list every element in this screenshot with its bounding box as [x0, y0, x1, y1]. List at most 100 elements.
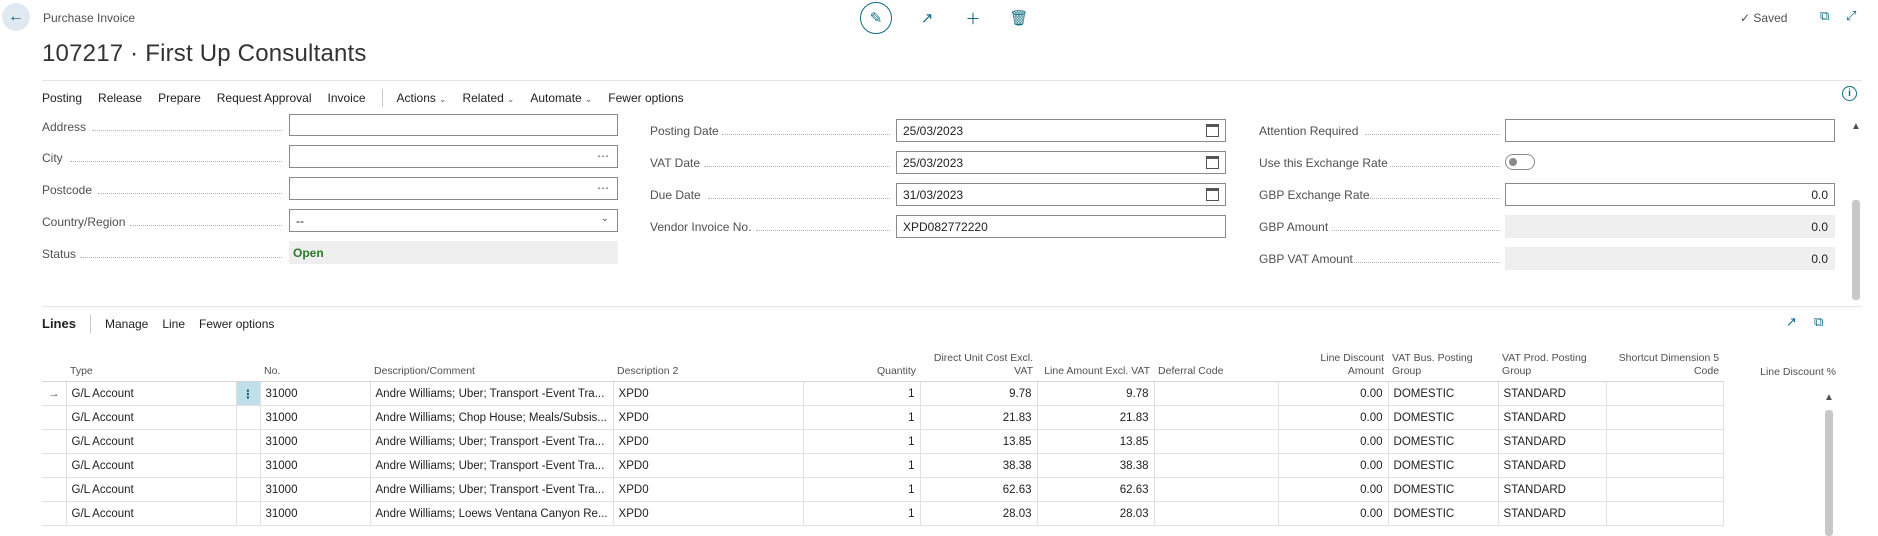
cell-description-2[interactable]: XPD0 — [612, 453, 804, 478]
cell-shortcut-dim[interactable] — [1605, 453, 1724, 478]
calendar-icon[interactable] — [1206, 124, 1219, 137]
table-row[interactable]: G/L Account 31000 Andre Williams; Uber; Tr… — [42, 453, 1724, 478]
col-description[interactable]: Description/Comment — [370, 352, 614, 382]
cell-unit-cost[interactable]: 62.63 — [919, 477, 1038, 502]
vendor-invoice-input[interactable]: XPD082772220 — [896, 215, 1226, 238]
cell-line-amount[interactable]: 38.38 — [1036, 453, 1155, 478]
cell-deferral-code[interactable] — [1153, 501, 1279, 526]
cell-description[interactable]: Andre Williams; Uber; Transport -Event T… — [369, 453, 614, 478]
lines-scroll-up-icon[interactable]: ▲ — [1824, 392, 1834, 403]
postcode-input[interactable]: ⋯ — [289, 177, 618, 200]
cell-deferral-code[interactable] — [1153, 405, 1279, 430]
row-menu[interactable] — [235, 429, 261, 454]
cell-discount-amount[interactable]: 0.00 — [1277, 501, 1389, 526]
cell-shortcut-dim[interactable] — [1605, 429, 1724, 454]
cell-discount-amount[interactable]: 0.00 — [1277, 453, 1389, 478]
attention-input[interactable] — [1505, 119, 1835, 142]
cell-line-amount[interactable]: 62.63 — [1036, 477, 1155, 502]
cell-shortcut-dim[interactable] — [1605, 501, 1724, 526]
calendar-icon[interactable] — [1206, 156, 1219, 169]
cell-discount-amount[interactable]: 0.00 — [1277, 381, 1389, 406]
col-no[interactable]: No. — [260, 352, 370, 382]
row-menu-icon[interactable]: ⋮ — [235, 381, 261, 406]
cell-description-2[interactable]: XPD0 — [612, 501, 804, 526]
action-prepare[interactable]: Prepare — [158, 91, 201, 105]
cell-vat-prod[interactable]: STANDARD — [1497, 501, 1607, 526]
cell-shortcut-dim[interactable] — [1605, 381, 1724, 406]
vertical-scrollbar[interactable] — [1852, 200, 1860, 300]
cell-vat-prod[interactable]: STANDARD — [1497, 453, 1607, 478]
col-shortcut-dim[interactable]: Shortcut Dimension 5 Code — [1606, 352, 1724, 382]
new-button[interactable]: ＋ — [962, 7, 984, 29]
col-type[interactable]: Type — [66, 352, 236, 382]
menu-automate[interactable]: Automate ⌄ — [530, 91, 592, 105]
cell-quantity[interactable]: 1 — [802, 429, 921, 454]
cell-vat-bus[interactable]: DOMESTIC — [1387, 501, 1499, 526]
cell-discount-amount[interactable]: 0.00 — [1277, 429, 1389, 454]
cell-deferral-code[interactable] — [1153, 477, 1279, 502]
col-discount-pct[interactable]: Line Discount % — [1760, 366, 1836, 378]
cell-no[interactable]: 31000 — [259, 429, 371, 454]
cell-no[interactable]: 31000 — [259, 381, 371, 406]
due-date-input[interactable]: 31/03/2023 — [896, 183, 1226, 206]
edit-button[interactable]: ✎ — [860, 2, 892, 34]
back-button[interactable]: ← — [2, 3, 30, 31]
collapse-button[interactable]: ⤢ — [1846, 8, 1856, 24]
lines-line-menu[interactable]: Line — [162, 317, 185, 331]
row-menu[interactable] — [235, 405, 261, 430]
cell-no[interactable]: 31000 — [259, 477, 371, 502]
cell-line-amount[interactable]: 9.78 — [1036, 381, 1155, 406]
open-new-window-button[interactable]: ⧉ — [1820, 8, 1829, 24]
cell-vat-bus[interactable]: DOMESTIC — [1387, 453, 1499, 478]
col-vat-bus[interactable]: VAT Bus. Posting Group — [1388, 352, 1499, 382]
row-menu[interactable] — [235, 477, 261, 502]
cell-type[interactable]: G/L Account — [65, 381, 237, 406]
cell-unit-cost[interactable]: 28.03 — [919, 501, 1038, 526]
cell-discount-amount[interactable]: 0.00 — [1277, 405, 1389, 430]
cell-description[interactable]: Andre Williams; Loews Ventana Canyon Re.… — [369, 501, 614, 526]
cell-quantity[interactable]: 1 — [802, 477, 921, 502]
cell-description[interactable]: Andre Williams; Uber; Transport -Event T… — [369, 381, 614, 406]
action-invoice[interactable]: Invoice — [328, 91, 366, 105]
cell-line-amount[interactable]: 21.83 — [1036, 405, 1155, 430]
info-icon[interactable]: i — [1842, 86, 1857, 101]
lines-vertical-scrollbar[interactable] — [1825, 410, 1833, 536]
col-description-2[interactable]: Description 2 — [613, 352, 804, 382]
cell-no[interactable]: 31000 — [259, 453, 371, 478]
col-quantity[interactable]: Quantity — [803, 352, 921, 382]
cell-unit-cost[interactable]: 21.83 — [919, 405, 1038, 430]
cell-quantity[interactable]: 1 — [802, 405, 921, 430]
exchange-rate-toggle[interactable] — [1505, 154, 1535, 170]
cell-vat-bus[interactable]: DOMESTIC — [1387, 477, 1499, 502]
cell-line-amount[interactable]: 13.85 — [1036, 429, 1155, 454]
cell-type[interactable]: G/L Account — [65, 501, 237, 526]
cell-vat-prod[interactable]: STANDARD — [1497, 429, 1607, 454]
cell-deferral-code[interactable] — [1153, 429, 1279, 454]
cell-type[interactable]: G/L Account — [65, 477, 237, 502]
cell-description[interactable]: Andre Williams; Uber; Transport -Event T… — [369, 477, 614, 502]
action-request-approval[interactable]: Request Approval — [217, 91, 312, 105]
cell-description[interactable]: Andre Williams; Uber; Transport -Event T… — [369, 429, 614, 454]
table-row[interactable]: → G/L Account ⋮ 31000 Andre Williams; Uber; … — [42, 381, 1724, 406]
lookup-ellipsis-icon[interactable]: ⋯ — [597, 181, 609, 195]
col-unit-cost[interactable]: Direct Unit Cost Excl. VAT — [920, 352, 1038, 382]
lines-expand-button[interactable]: ⧉ — [1814, 314, 1823, 330]
cell-no[interactable]: 31000 — [259, 501, 371, 526]
cell-unit-cost[interactable]: 13.85 — [919, 429, 1038, 454]
cell-quantity[interactable]: 1 — [802, 501, 921, 526]
delete-button[interactable]: 🗑 — [1008, 7, 1030, 29]
col-line-amount[interactable]: Line Amount Excl. VAT — [1037, 352, 1155, 382]
table-row[interactable]: G/L Account 31000 Andre Williams; Chop Hou… — [42, 405, 1724, 430]
menu-actions[interactable]: Actions ⌄ — [397, 91, 447, 105]
posting-date-input[interactable]: 25/03/2023 — [896, 119, 1226, 142]
cell-description-2[interactable]: XPD0 — [612, 429, 804, 454]
cell-vat-bus[interactable]: DOMESTIC — [1387, 429, 1499, 454]
vat-date-input[interactable]: 25/03/2023 — [896, 151, 1226, 174]
cell-quantity[interactable]: 1 — [802, 453, 921, 478]
lookup-ellipsis-icon[interactable]: ⋯ — [597, 149, 609, 163]
calendar-icon[interactable] — [1206, 188, 1219, 201]
cell-no[interactable]: 31000 — [259, 405, 371, 430]
action-posting[interactable]: Posting — [42, 91, 82, 105]
cell-quantity[interactable]: 1 — [802, 381, 921, 406]
cell-vat-prod[interactable]: STANDARD — [1497, 405, 1607, 430]
